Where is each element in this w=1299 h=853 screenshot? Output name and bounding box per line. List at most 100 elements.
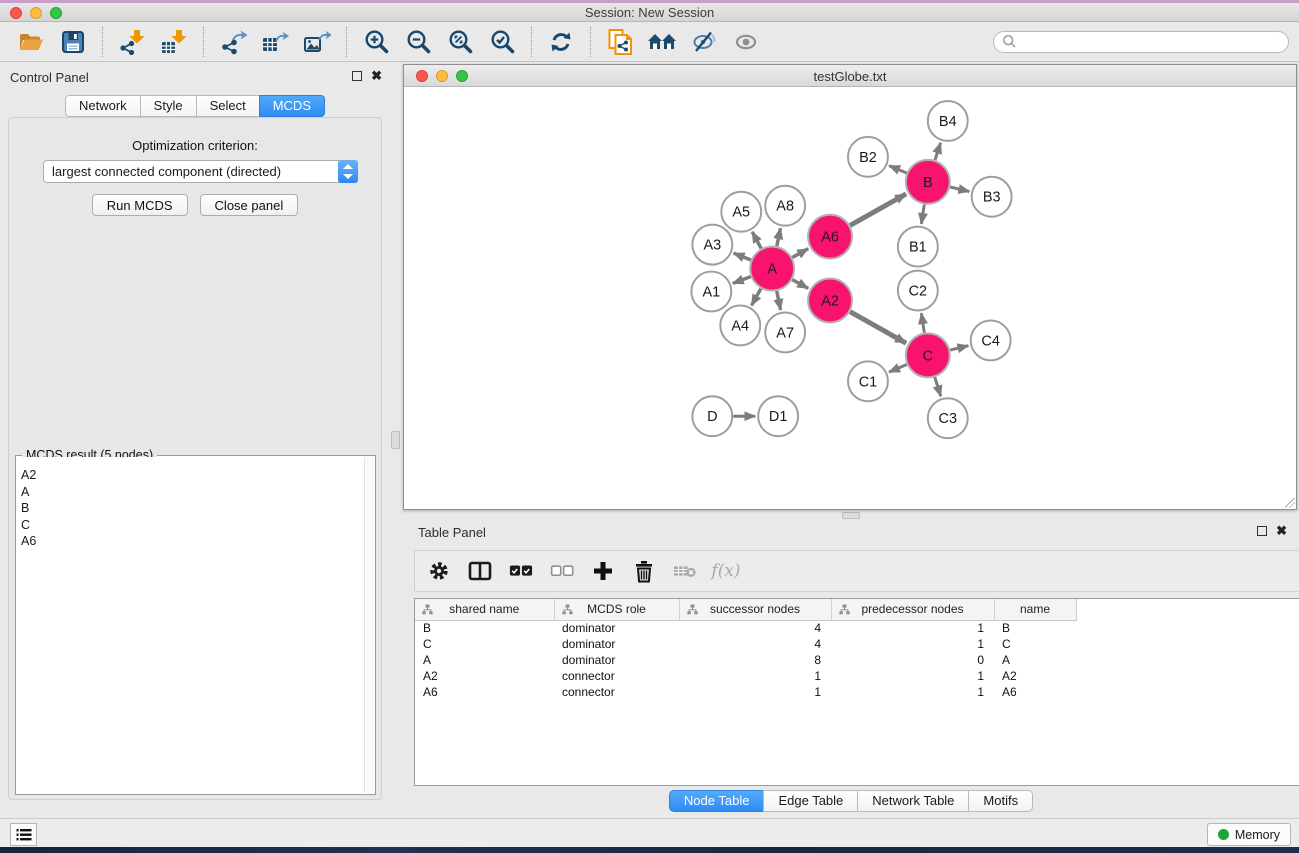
- node-B3[interactable]: B3: [972, 177, 1012, 217]
- export-table-icon[interactable]: [260, 27, 290, 57]
- edge-B-B1[interactable]: [921, 204, 924, 223]
- tab-network-table[interactable]: Network Table: [857, 790, 969, 812]
- node-A2[interactable]: A2: [808, 279, 852, 323]
- home-view-icon[interactable]: [647, 27, 677, 57]
- node-B1[interactable]: B1: [898, 227, 938, 267]
- table-row[interactable]: A2connector11A2: [415, 668, 1299, 684]
- show-column-icon[interactable]: [468, 559, 492, 583]
- edge-A-A2[interactable]: [792, 280, 808, 289]
- result-scrollbar[interactable]: [364, 457, 374, 793]
- refresh-icon[interactable]: [546, 27, 576, 57]
- add-column-icon[interactable]: [591, 559, 615, 583]
- close-panel-button[interactable]: Close panel: [200, 194, 299, 216]
- tab-select[interactable]: Select: [196, 95, 260, 117]
- edge-A-A1[interactable]: [733, 277, 751, 284]
- edge-A-A8[interactable]: [777, 228, 781, 246]
- memory-button[interactable]: Memory: [1207, 823, 1291, 846]
- network-window-titlebar[interactable]: testGlobe.txt: [404, 65, 1296, 87]
- export-image-icon[interactable]: [302, 27, 332, 57]
- node-A5[interactable]: A5: [721, 192, 761, 232]
- table-row[interactable]: A6connector11A6: [415, 684, 1299, 700]
- edge-B-B2[interactable]: [889, 166, 906, 173]
- zoom-fit-icon[interactable]: [445, 27, 475, 57]
- node-C3[interactable]: C3: [928, 398, 968, 438]
- edge-B-B4[interactable]: [935, 143, 941, 160]
- show-graphics-details-icon[interactable]: [731, 27, 761, 57]
- node-C4[interactable]: C4: [971, 320, 1011, 360]
- edge-C-C4[interactable]: [950, 346, 968, 350]
- optimization-select[interactable]: largest connected component (directed): [43, 160, 358, 183]
- float-panel-icon[interactable]: [352, 71, 362, 81]
- tab-mcds[interactable]: MCDS: [259, 95, 325, 117]
- column-header-successor-nodes[interactable]: successor nodes: [679, 599, 831, 620]
- tab-network[interactable]: Network: [65, 95, 141, 117]
- select-all-checkboxes-icon[interactable]: [509, 559, 533, 583]
- app-titlebar[interactable]: Session: New Session: [0, 0, 1299, 22]
- function-builder-icon[interactable]: f(x): [714, 559, 738, 583]
- tab-node-table[interactable]: Node Table: [669, 790, 765, 812]
- edge-A-A6[interactable]: [792, 249, 808, 258]
- tab-motifs[interactable]: Motifs: [968, 790, 1033, 812]
- save-session-icon[interactable]: [58, 27, 88, 57]
- node-A3[interactable]: A3: [692, 225, 732, 265]
- tab-edge-table[interactable]: Edge Table: [763, 790, 858, 812]
- node-C[interactable]: C: [906, 333, 950, 377]
- edge-C-C1[interactable]: [889, 364, 907, 372]
- export-network-icon[interactable]: [218, 27, 248, 57]
- zoom-in-icon[interactable]: [361, 27, 391, 57]
- open-file-icon[interactable]: [16, 27, 46, 57]
- edge-C-C2[interactable]: [921, 313, 924, 332]
- float-table-panel-icon[interactable]: [1257, 526, 1267, 536]
- run-mcds-button[interactable]: Run MCDS: [92, 194, 188, 216]
- node-A4[interactable]: A4: [720, 305, 760, 345]
- new-network-from-selection-icon[interactable]: [605, 27, 635, 57]
- node-C1[interactable]: C1: [848, 361, 888, 401]
- node-A6[interactable]: A6: [808, 215, 852, 259]
- node-B4[interactable]: B4: [928, 101, 968, 141]
- edge-A-A5[interactable]: [752, 232, 761, 249]
- column-header-predecessor-nodes[interactable]: predecessor nodes: [831, 599, 994, 620]
- table-row[interactable]: Adominator80A: [415, 652, 1299, 668]
- horizontal-splitter-grip[interactable]: [842, 512, 860, 519]
- edge-B-B3[interactable]: [950, 187, 969, 191]
- import-table-icon[interactable]: [159, 27, 189, 57]
- deselect-all-checkboxes-icon[interactable]: [550, 559, 574, 583]
- node-A8[interactable]: A8: [765, 186, 805, 226]
- delete-table-icon[interactable]: [673, 559, 697, 583]
- result-item-b[interactable]: B: [17, 500, 364, 517]
- zoom-selected-icon[interactable]: [487, 27, 517, 57]
- node-B2[interactable]: B2: [848, 137, 888, 177]
- node-A7[interactable]: A7: [765, 312, 805, 352]
- edge-C-C3[interactable]: [935, 377, 941, 396]
- search-field[interactable]: [993, 31, 1289, 53]
- close-panel-icon[interactable]: ✖: [371, 71, 382, 81]
- result-item-c[interactable]: C: [17, 517, 364, 534]
- node-D[interactable]: D: [692, 396, 732, 436]
- edge-A-A3[interactable]: [734, 253, 751, 260]
- task-history-button[interactable]: [10, 823, 37, 846]
- table-row[interactable]: Cdominator41C: [415, 636, 1299, 652]
- result-item-a2[interactable]: A2: [17, 467, 364, 484]
- delete-column-icon[interactable]: [632, 559, 656, 583]
- table-row[interactable]: Bdominator41B: [415, 620, 1299, 636]
- tab-style[interactable]: Style: [140, 95, 197, 117]
- import-network-icon[interactable]: [117, 27, 147, 57]
- network-canvas[interactable]: B4 B2 B B3 A5A8A6 A3 B1 A A1 C2 A2 A4A7 C4 C C1 C3 D D1: [404, 87, 1296, 509]
- zoom-out-icon[interactable]: [403, 27, 433, 57]
- column-header-mcds-role[interactable]: MCDS role: [554, 599, 679, 620]
- hide-graphics-details-icon[interactable]: [689, 27, 719, 57]
- edge-A6-B[interactable]: [850, 194, 906, 225]
- vertical-splitter-grip[interactable]: [391, 431, 400, 449]
- column-header-shared-name[interactable]: shared name: [415, 599, 554, 620]
- node-A1[interactable]: A1: [691, 272, 731, 312]
- search-input[interactable]: [1017, 35, 1280, 49]
- node-C2[interactable]: C2: [898, 271, 938, 311]
- result-item-a6[interactable]: A6: [17, 533, 364, 550]
- node-B[interactable]: B: [906, 160, 950, 204]
- node-D1[interactable]: D1: [758, 396, 798, 436]
- node-A[interactable]: A: [750, 247, 794, 291]
- close-table-panel-icon[interactable]: ✖: [1276, 526, 1287, 536]
- result-item-a[interactable]: A: [17, 484, 364, 501]
- edge-A2-C[interactable]: [850, 312, 906, 343]
- window-resize-grip[interactable]: [1285, 498, 1295, 508]
